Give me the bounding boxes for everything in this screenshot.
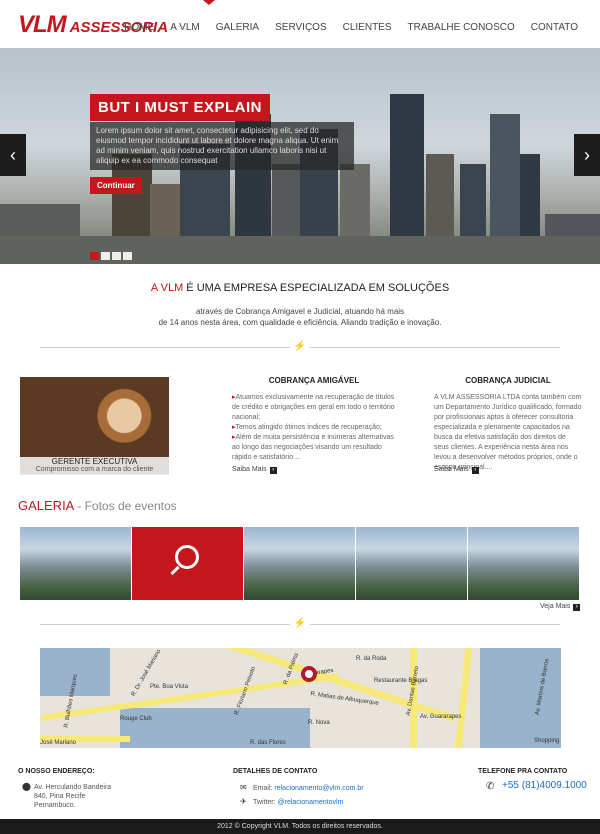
gallery-thumb[interactable] (20, 527, 131, 600)
gallery (20, 527, 579, 600)
slider-dot[interactable] (112, 252, 121, 260)
manager-subtitle: Compromisso com a marca do cliente (35, 466, 154, 473)
nav-contato[interactable]: CONTATO (523, 22, 586, 33)
slider-dots (90, 252, 132, 260)
arrow-right-icon: › (471, 467, 479, 474)
phone-number[interactable]: +55 (81)4009.1000 (502, 780, 587, 791)
twitter-icon: ✈ (240, 797, 247, 806)
continue-button[interactable]: Continuar (90, 177, 142, 194)
contact-title: DETALHES DE CONTATO (233, 768, 318, 775)
address: Av. Herculando Bandeira 840, Pina Recife… (34, 784, 112, 809)
intro-headline-text: É UMA EMPRESA ESPECIALIZADA EM SOLUÇÕES (186, 282, 450, 294)
service-text: A VLM ASSESSORIA LTDA conta também com u… (434, 394, 582, 471)
phone-title: TELEFONE PRA CONTATO (478, 768, 568, 775)
main-nav: HOME A VLM GALERIA SERVIÇOS CLIENTES TRA… (116, 22, 586, 33)
twitter-link[interactable]: @relacionamentovlm (278, 799, 344, 806)
nav-active-marker (203, 0, 215, 5)
service-judicial: COBRANÇA JUDICIAL A VLM ASSESSORIA LTDA … (434, 376, 582, 473)
intro-text: através de Cobrança Amigavel e Judicial,… (0, 306, 600, 328)
saiba-mais-link[interactable]: Saiba Mais › (232, 466, 277, 474)
slider-dot[interactable] (123, 252, 132, 260)
twitter-row: Twitter: @relacionamentovlm (253, 799, 344, 806)
divider-mark-icon: ⚡ (290, 619, 310, 629)
service-title: COBRANÇA AMIGÁVEL (268, 376, 360, 385)
slider-dot[interactable] (101, 252, 110, 260)
header: VLM ASSESSORIA HOME A VLM GALERIA SERVIÇO… (0, 0, 600, 48)
location-map[interactable]: R. Bulhões Marques R. Dr. José Mariano P… (40, 648, 561, 748)
veja-mais-link[interactable]: Veja Mais › (540, 603, 581, 611)
intro-headline: A VLM É UMA EMPRESA ESPECIALIZADA EM SOL… (0, 282, 600, 294)
service-item: ▸Atuamos exclusivamente na recuperação d… (232, 394, 395, 421)
nav-servicos[interactable]: SERVIÇOS (267, 22, 335, 33)
map-marker-icon: ⬤ (22, 782, 31, 791)
manager-title: GERENTE EXECUTIVA (51, 457, 138, 466)
intro-line-2: de 14 anos nesta área, com qualidade e e… (158, 318, 442, 327)
intro-line-1: através de Cobrança Amigavel e Judicial,… (195, 307, 405, 316)
gallery-thumb[interactable] (468, 527, 579, 600)
gallery-thumb[interactable] (356, 527, 467, 600)
arrow-right-icon: › (573, 604, 581, 611)
email-row: Email: relacionamento@vlm.com.br (253, 785, 364, 792)
next-arrow-icon[interactable]: › (574, 134, 600, 176)
saiba-mais-link[interactable]: Saiba Mais › (434, 466, 479, 474)
zoom-icon (175, 545, 199, 569)
hero-text: Lorem ipsum dolor sit amet, consectetur … (90, 122, 354, 170)
email-icon: ✉ (240, 783, 247, 792)
gallery-thumb[interactable] (244, 527, 355, 600)
phone-icon: ✆ (486, 781, 495, 792)
slider-dot[interactable] (90, 252, 99, 260)
intro-highlight: A VLM (150, 282, 184, 294)
gallery-title: GALERIA - Fotos de eventos (18, 498, 177, 513)
email-link[interactable]: relacionamento@vlm.com.br (274, 785, 363, 792)
nav-home[interactable]: HOME (116, 22, 162, 33)
service-item: ▸Temos atingido ótimos índices de recupe… (232, 424, 382, 431)
service-item: ▸Além de muita persistência e inúmeras a… (232, 434, 394, 461)
manager-caption: GERENTE EXECUTIVA Compromisso com a marc… (20, 457, 169, 475)
address-title: O NOSSO ENDEREÇO: (18, 768, 95, 775)
divider-mark-icon: ⚡ (290, 342, 310, 352)
gallery-thumb[interactable] (132, 527, 243, 600)
map-pin-icon[interactable] (301, 666, 317, 682)
nav-clientes[interactable]: CLIENTES (335, 22, 400, 33)
nav-galeria[interactable]: GALERIA (208, 22, 267, 33)
copyright: 2012 © Copyright VLM. Todos os direitos … (0, 819, 600, 834)
nav-trabalhe-conosco[interactable]: TRABALHE CONOSCO (400, 22, 523, 33)
service-amigavel: COBRANÇA AMIGÁVEL ▸Atuamos exclusivament… (232, 376, 396, 463)
logo-vlm: VLM (18, 11, 67, 38)
hero-title: BUT I MUST EXPLAIN (90, 94, 271, 121)
service-title: COBRANÇA JUDICIAL (465, 376, 551, 385)
arrow-right-icon: › (269, 467, 277, 474)
nav-a-vlm[interactable]: A VLM (162, 22, 207, 33)
prev-arrow-icon[interactable]: ‹ (0, 134, 26, 176)
